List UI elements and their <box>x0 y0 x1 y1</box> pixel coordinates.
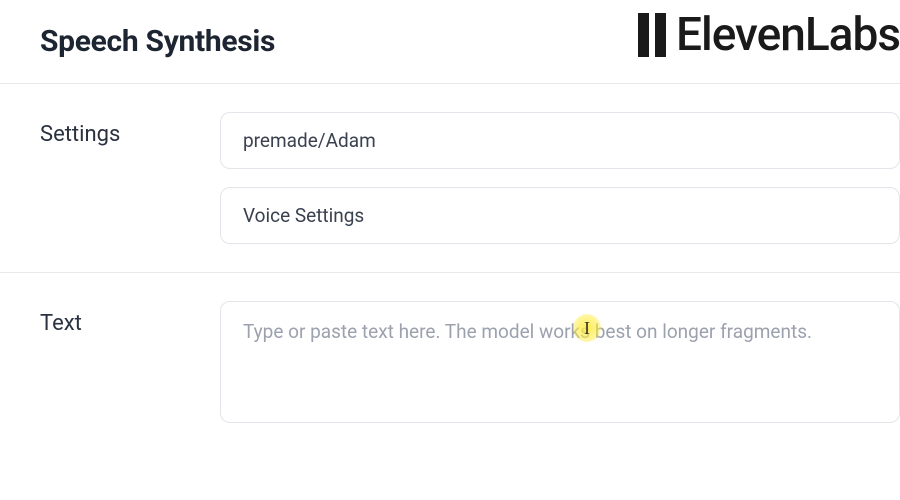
text-input[interactable] <box>243 320 877 400</box>
brand-logo: ElevenLabs <box>638 8 900 62</box>
voice-settings-button[interactable]: Voice Settings <box>220 187 900 244</box>
voice-select[interactable]: premade/Adam <box>220 112 900 169</box>
brand-logo-icon <box>638 13 666 57</box>
settings-section-label: Settings <box>40 112 160 147</box>
text-input-container: I <box>220 301 900 423</box>
text-section: Text I <box>0 273 900 451</box>
text-section-label: Text <box>40 301 160 336</box>
header: Speech Synthesis ElevenLabs <box>0 0 900 83</box>
brand-logo-text: ElevenLabs <box>676 8 900 62</box>
page-title: Speech Synthesis <box>40 24 275 59</box>
settings-section: Settings premade/Adam Voice Settings <box>0 84 900 272</box>
